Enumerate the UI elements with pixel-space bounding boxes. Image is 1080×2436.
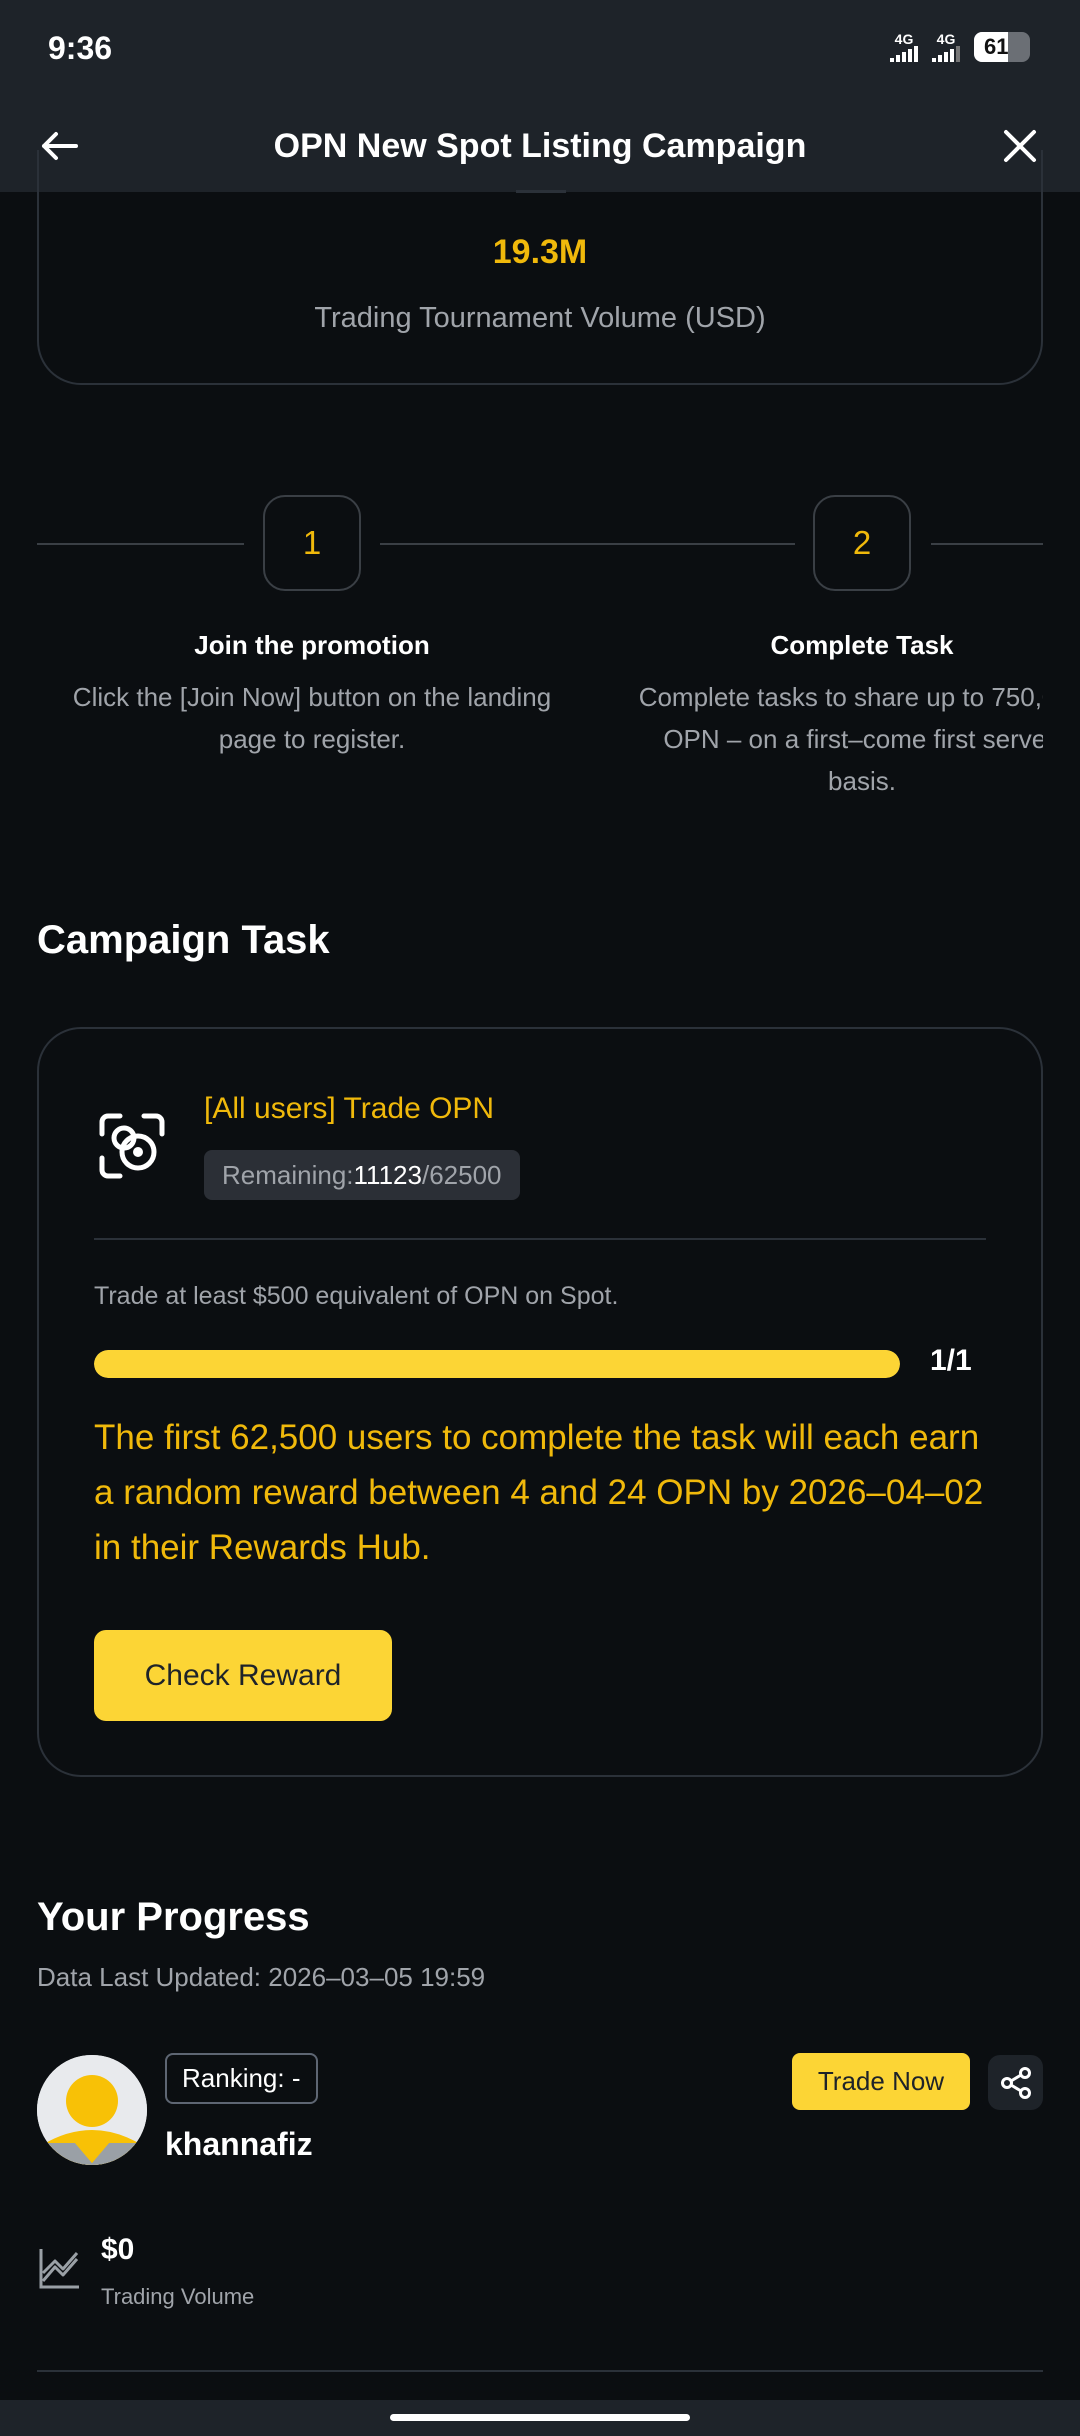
- status-bar: 9:36 4G 4G 61: [0, 0, 1080, 100]
- remaining-total: /62500: [421, 1159, 502, 1190]
- tournament-volume-label: Trading Tournament Volume (USD): [314, 302, 766, 334]
- task-requirement: Trade at least $500 equivalent of OPN on…: [94, 1282, 619, 1310]
- share-button[interactable]: [988, 2055, 1043, 2110]
- battery-level: 61: [984, 34, 1009, 59]
- task-progress-count: 1/1: [930, 1344, 972, 1377]
- divider: [37, 2370, 1043, 2372]
- card-notch: [516, 190, 566, 193]
- status-icons: 4G 4G 61: [890, 32, 1030, 62]
- tournament-volume-value: 19.3M: [492, 233, 588, 271]
- trading-volume-value: $0: [101, 2233, 135, 2266]
- task-progress-bar: [94, 1350, 900, 1378]
- check-reward-button[interactable]: Check Reward: [94, 1630, 392, 1721]
- your-progress-heading: Your Progress: [37, 1895, 310, 1939]
- ranking-badge: Ranking: -: [165, 2053, 318, 2104]
- network-label: 4G: [894, 31, 914, 47]
- step-title-2: Complete Task: [770, 630, 954, 660]
- trading-volume-label: Trading Volume: [101, 2284, 255, 2309]
- step-description-2: Complete tasks to share up to 750,000 OP…: [638, 682, 1043, 796]
- task-title: [All users] Trade OPN: [204, 1092, 495, 1125]
- step-2-clip: Complete Task Complete tasks to share up…: [0, 480, 1043, 820]
- username: khannafiz: [165, 2126, 313, 2162]
- trade-now-button[interactable]: Trade Now: [792, 2053, 970, 2110]
- task-progress-fill: [94, 1350, 900, 1378]
- campaign-task-heading: Campaign Task: [37, 918, 330, 962]
- signal-icon: 4G: [890, 32, 918, 62]
- task-reward-note: The first 62,500 users to complete the t…: [94, 1418, 984, 1567]
- status-time: 9:36: [48, 30, 113, 66]
- divider: [94, 1238, 986, 1240]
- remaining-badge: Remaining: 11123/62500: [204, 1150, 520, 1200]
- trade-swap-icon: [99, 1113, 165, 1179]
- share-icon: [1000, 2066, 1031, 2099]
- avatar: [37, 2055, 147, 2165]
- network-label: 4G: [936, 31, 956, 47]
- chart-line-icon: [39, 2249, 79, 2289]
- home-indicator[interactable]: [390, 2414, 690, 2421]
- data-updated-text: Data Last Updated: 2026–03–05 19:59: [37, 1962, 486, 1992]
- battery-icon: 61: [974, 32, 1030, 62]
- remaining-current: 11123: [353, 1159, 422, 1190]
- signal-icon: 4G: [932, 32, 960, 62]
- remaining-label: Remaining:: [222, 1159, 354, 1190]
